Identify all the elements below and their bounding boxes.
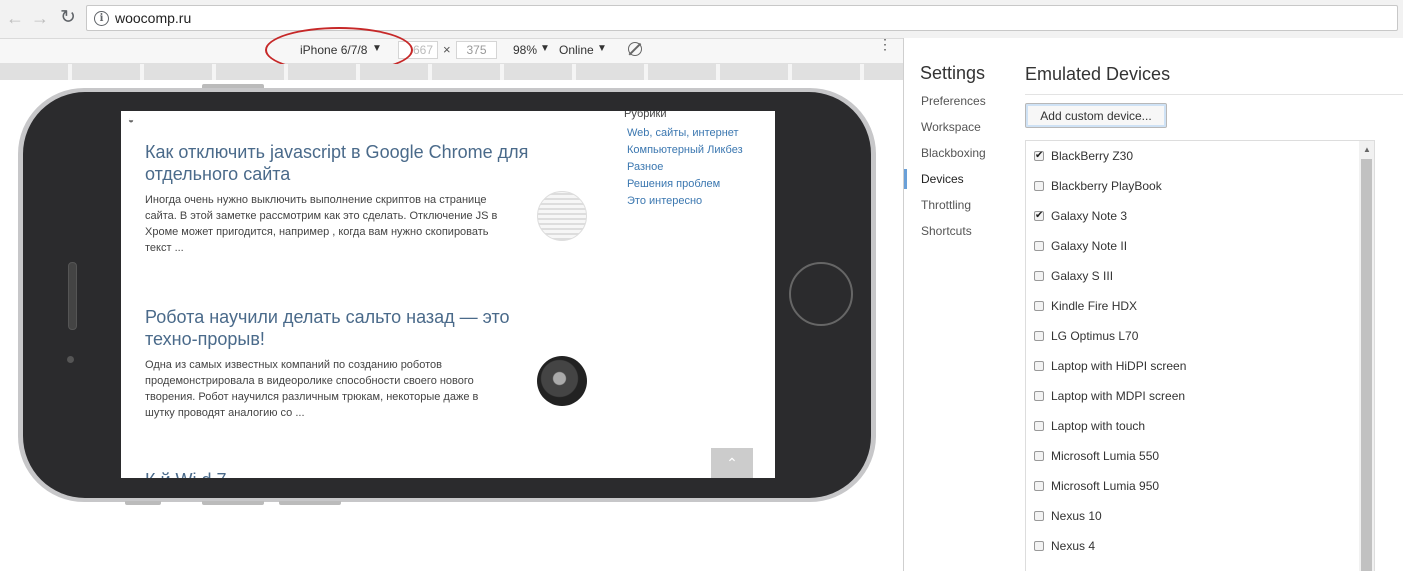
- zoom-caret-icon[interactable]: ▼: [540, 43, 550, 54]
- info-icon[interactable]: i: [94, 11, 109, 26]
- device-list-item[interactable]: Laptop with touch: [1026, 411, 1359, 441]
- device-list-item[interactable]: Laptop with MDPI screen: [1026, 381, 1359, 411]
- device-label: Microsoft Lumia 950: [1051, 479, 1160, 493]
- device-label: Galaxy Note II: [1051, 239, 1128, 253]
- device-list-item[interactable]: ✔ Galaxy Note 3: [1026, 201, 1359, 231]
- device-checkbox[interactable]: [1034, 331, 1044, 341]
- phone-camera: [67, 356, 74, 363]
- rubrics-heading: Рубрики: [624, 111, 667, 120]
- emulated-screen[interactable]: ◒ Как отключить javascript в Google Chro…: [121, 111, 775, 478]
- device-list: ✔ BlackBerry Z30 Blackberry PlayBook ✔ Galax…: [1025, 140, 1375, 571]
- device-label: Laptop with MDPI screen: [1051, 389, 1186, 403]
- section-title: Emulated Devices: [1025, 64, 1171, 84]
- device-list-item[interactable]: Kindle Fire HDX: [1026, 291, 1359, 321]
- media-query-ruler: [0, 64, 903, 80]
- divider: [1025, 94, 1403, 95]
- device-list-item[interactable]: Galaxy S III: [1026, 261, 1359, 291]
- post-thumbnail[interactable]: [537, 191, 587, 241]
- rotate-icon[interactable]: [628, 42, 642, 56]
- scroll-top-button[interactable]: ⌃: [711, 448, 753, 478]
- settings-nav-shortcuts[interactable]: Shortcuts: [921, 224, 972, 238]
- settings-nav-throttling[interactable]: Throttling: [921, 198, 971, 212]
- zoom-select[interactable]: 98%: [513, 43, 537, 57]
- rubric-link[interactable]: Web, сайты, интернет: [627, 127, 739, 139]
- device-label: BlackBerry Z30: [1051, 149, 1134, 163]
- device-checkbox[interactable]: [1034, 511, 1044, 521]
- rubric-link[interactable]: Разное: [627, 161, 663, 173]
- settings-nav-devices[interactable]: Devices: [921, 172, 964, 186]
- reload-icon[interactable]: ↻: [57, 7, 79, 29]
- phone-side-button: [202, 501, 264, 505]
- device-label: Nexus 10: [1051, 509, 1102, 523]
- device-list-item[interactable]: Microsoft Lumia 550: [1026, 441, 1359, 471]
- device-label: Laptop with HiDPI screen: [1051, 359, 1187, 373]
- device-label: Blackberry PlayBook: [1051, 179, 1162, 193]
- device-toolbar: iPhone 6/7/8 ▼ 667 × 375 98% ▼ Online ▼ …: [0, 37, 903, 64]
- device-label: Laptop with touch: [1051, 419, 1146, 433]
- height-input[interactable]: 375: [456, 41, 497, 59]
- post-thumbnail[interactable]: [537, 356, 587, 406]
- device-list-item[interactable]: ✔ BlackBerry Z30: [1026, 141, 1359, 171]
- device-checkbox[interactable]: [1034, 421, 1044, 431]
- device-checkbox[interactable]: [1034, 451, 1044, 461]
- settings-nav-blackboxing[interactable]: Blackboxing: [921, 146, 986, 160]
- network-throttle-select[interactable]: Online: [559, 43, 594, 57]
- device-list-item[interactable]: Nexus 4: [1026, 531, 1359, 561]
- device-label: Galaxy S III: [1051, 269, 1114, 283]
- device-label: Microsoft Lumia 550: [1051, 449, 1160, 463]
- rubric-link[interactable]: Компьютерный Ликбез: [627, 144, 743, 156]
- site-logo-icon: ◒: [128, 115, 135, 126]
- device-checkbox[interactable]: [1034, 181, 1044, 191]
- device-checkbox[interactable]: [1034, 301, 1044, 311]
- post-excerpt: Одна из самых известных компаний по созд…: [145, 359, 479, 419]
- device-list-item[interactable]: LG Optimus L70: [1026, 321, 1359, 351]
- device-list-item[interactable]: Microsoft Lumia 950: [1026, 471, 1359, 501]
- network-caret-icon[interactable]: ▼: [597, 43, 607, 54]
- phone-home-button: [789, 262, 853, 326]
- device-checkbox[interactable]: ✔: [1034, 151, 1044, 161]
- forward-icon[interactable]: →: [29, 7, 51, 29]
- device-list-item[interactable]: Galaxy Note II: [1026, 231, 1359, 261]
- device-checkbox[interactable]: [1034, 241, 1044, 251]
- device-list-item[interactable]: Nexus 10: [1026, 501, 1359, 531]
- device-label: LG Optimus L70: [1051, 329, 1139, 343]
- settings-nav-preferences[interactable]: Preferences: [921, 94, 986, 108]
- device-checkbox[interactable]: [1034, 541, 1044, 551]
- rubric-link[interactable]: Решения проблем: [627, 178, 720, 190]
- device-checkbox[interactable]: [1034, 481, 1044, 491]
- phone-side-button: [279, 501, 341, 505]
- device-checkbox[interactable]: ✔: [1034, 211, 1044, 221]
- browser-toolbar: ← → ↻ i woocomp.ru: [0, 0, 1403, 39]
- list-scroll-thumb[interactable]: [1361, 159, 1372, 571]
- settings-title: Settings: [920, 63, 986, 83]
- settings-panel: Settings Preferences Workspace Blackboxi…: [904, 38, 1403, 571]
- device-label: Kindle Fire HDX: [1051, 299, 1138, 313]
- address-bar[interactable]: i woocomp.ru: [86, 5, 1398, 31]
- url-text: woocomp.ru: [115, 10, 192, 26]
- device-checkbox[interactable]: [1034, 361, 1044, 371]
- device-label: Galaxy Note 3: [1051, 209, 1128, 223]
- post-excerpt: Иногда очень нужно выключить выполнение …: [145, 194, 498, 254]
- settings-nav-workspace[interactable]: Workspace: [921, 120, 981, 134]
- back-icon[interactable]: ←: [4, 7, 26, 29]
- device-list-item[interactable]: Blackberry PlayBook: [1026, 171, 1359, 201]
- post-title[interactable]: К й Wi d 7: [145, 470, 227, 478]
- device-list-item[interactable]: Laptop with HiDPI screen: [1026, 351, 1359, 381]
- scroll-up-icon[interactable]: ▲: [1363, 145, 1371, 154]
- active-nav-marker: [904, 169, 907, 189]
- device-checkbox[interactable]: [1034, 271, 1044, 281]
- phone-side-button: [125, 501, 161, 505]
- post-title[interactable]: Как отключить javascript в Google Chrome…: [145, 141, 565, 185]
- add-custom-device-button[interactable]: Add custom device...: [1025, 103, 1167, 128]
- device-label: Nexus 4: [1051, 539, 1096, 553]
- rubric-link[interactable]: Это интересно: [627, 195, 702, 207]
- dimension-separator: ×: [443, 42, 451, 57]
- post-title[interactable]: Робота научили делать сальто назад — это…: [145, 306, 565, 350]
- device-checkbox[interactable]: [1034, 391, 1044, 401]
- more-options-icon[interactable]: ⋮: [878, 37, 892, 51]
- phone-speaker: [68, 262, 77, 330]
